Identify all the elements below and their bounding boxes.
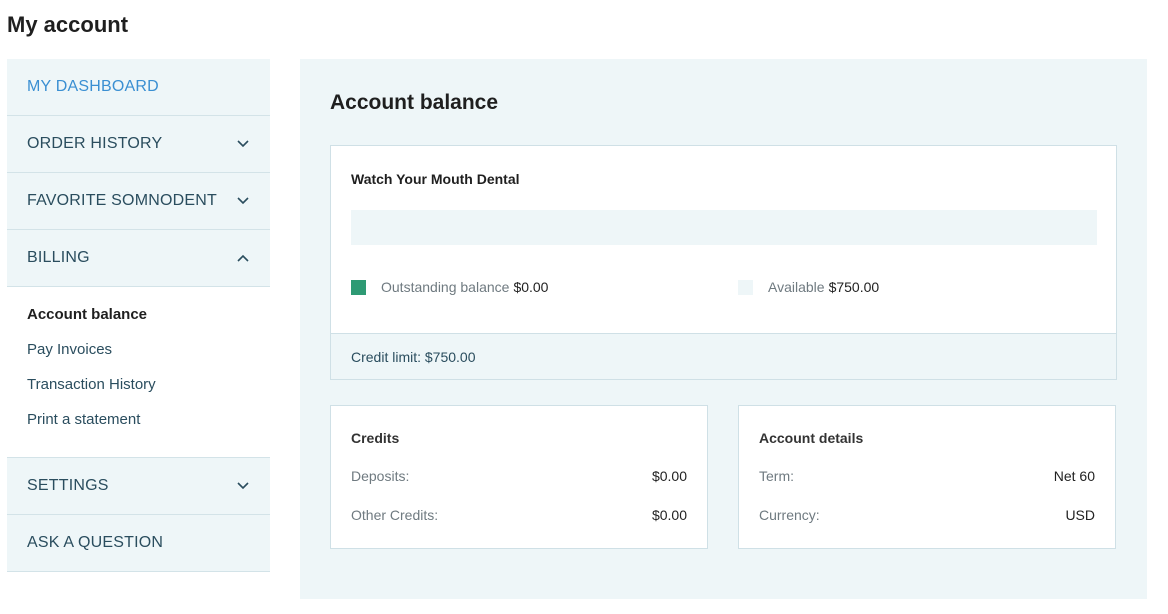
- sidebar-item-label: BILLING: [27, 249, 90, 266]
- account-details-card: Account details Term: Net 60 Currency: U…: [738, 405, 1116, 549]
- row-key: Currency:: [759, 507, 820, 523]
- subnav-item-account-balance[interactable]: Account balance: [27, 305, 270, 340]
- legend-available: Available $750.00: [738, 279, 879, 295]
- subnav-item-pay-invoices[interactable]: Pay Invoices: [27, 340, 270, 375]
- credits-title: Credits: [351, 430, 400, 446]
- chevron-down-icon: [236, 137, 250, 151]
- sidebar-item-label: SETTINGS: [27, 477, 109, 494]
- chevron-down-icon: [236, 479, 250, 493]
- row-key: Term:: [759, 468, 794, 484]
- balance-card: Watch Your Mouth Dental Outstanding bala…: [330, 145, 1117, 380]
- company-name: Watch Your Mouth Dental: [351, 171, 520, 187]
- credits-row: Deposits: $0.00: [351, 468, 687, 507]
- sidebar-item-order-history[interactable]: ORDER HISTORY: [7, 116, 270, 173]
- sidebar-item-label: ASK A QUESTION: [27, 534, 164, 551]
- legend-outstanding-label: Outstanding balance: [381, 279, 510, 295]
- sidebar: MY DASHBOARD ORDER HISTORY FAVORITE SOMN…: [7, 59, 270, 572]
- outstanding-swatch: [351, 279, 366, 295]
- details-row: Term: Net 60: [759, 468, 1095, 507]
- chevron-up-icon: [236, 251, 250, 265]
- chevron-down-icon: [236, 194, 250, 208]
- legend-available-label: Available: [768, 279, 825, 295]
- sidebar-item-label: ORDER HISTORY: [27, 135, 163, 152]
- sidebar-item-favorite-somnodent[interactable]: FAVORITE SOMNODENT: [7, 173, 270, 230]
- sidebar-item-label: FAVORITE SOMNODENT: [27, 192, 217, 209]
- legend-outstanding: Outstanding balance $0.00: [351, 279, 548, 295]
- available-swatch: [738, 279, 753, 295]
- subnav-item-print-statement[interactable]: Print a statement: [27, 410, 270, 445]
- row-value: $0.00: [651, 468, 687, 484]
- credits-card: Credits Deposits: $0.00 Other Credits: $…: [330, 405, 708, 549]
- billing-submenu: Account balance Pay Invoices Transaction…: [7, 287, 270, 458]
- credit-limit: Credit limit: $750.00: [331, 333, 1116, 379]
- sidebar-item-ask-a-question[interactable]: ASK A QUESTION: [7, 515, 270, 572]
- sidebar-item-label: MY DASHBOARD: [27, 78, 159, 95]
- sidebar-item-settings[interactable]: SETTINGS: [7, 458, 270, 515]
- main-panel: Account balance Watch Your Mouth Dental …: [300, 59, 1147, 599]
- row-key: Other Credits:: [351, 507, 439, 523]
- row-value: $0.00: [651, 507, 687, 523]
- legend-outstanding-value: $0.00: [513, 279, 549, 295]
- row-value: USD: [1065, 507, 1095, 523]
- page-title: My account: [7, 12, 129, 37]
- sidebar-item-billing[interactable]: BILLING: [7, 230, 270, 287]
- legend-available-value: $750.00: [828, 279, 880, 295]
- balance-bar: [351, 210, 1097, 245]
- sidebar-item-my-dashboard[interactable]: MY DASHBOARD: [7, 59, 270, 116]
- credits-row: Other Credits: $0.00: [351, 507, 687, 546]
- account-details-title: Account details: [759, 430, 864, 446]
- row-key: Deposits:: [351, 468, 410, 484]
- row-value: Net 60: [1053, 468, 1095, 484]
- details-row: Currency: USD: [759, 507, 1095, 546]
- subnav-item-transaction-history[interactable]: Transaction History: [27, 375, 270, 410]
- section-title: Account balance: [330, 91, 499, 114]
